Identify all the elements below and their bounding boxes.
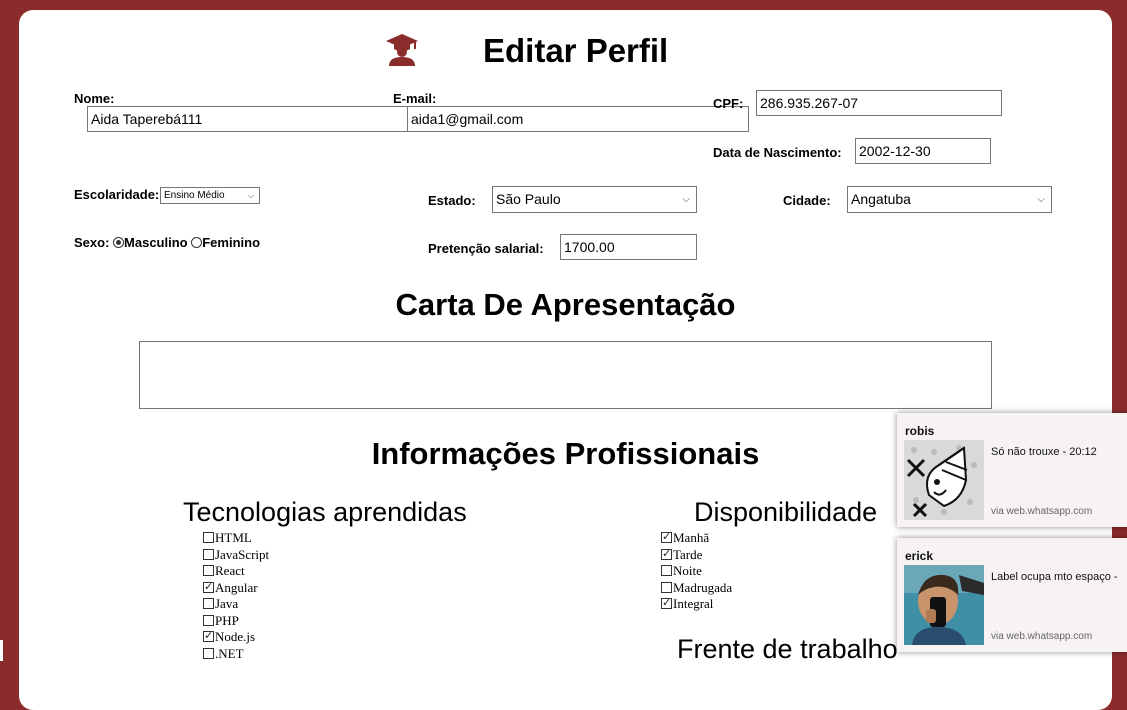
cidade-select[interactable]: Angatuba ⌵ <box>847 186 1052 213</box>
checkbox[interactable] <box>203 579 214 595</box>
cidade-label: Cidade: <box>783 193 831 208</box>
checkbox-label: .NET <box>215 645 244 661</box>
checkbox-item[interactable]: Manhã <box>661 529 732 547</box>
checkbox-label: Angular <box>215 579 258 595</box>
sexo-label: Sexo: <box>74 235 110 250</box>
checkbox[interactable] <box>661 581 672 593</box>
escolaridade-value: Ensino Médio <box>164 190 225 201</box>
notification-message: Só não trouxe - 20:12 <box>991 446 1097 458</box>
page-title: Editar Perfil <box>483 32 669 69</box>
nascimento-input[interactable]: 2002-12-30 <box>855 138 991 164</box>
checkbox-label: Integral <box>673 596 714 611</box>
checkbox-item[interactable]: Madrugada <box>661 580 732 597</box>
notification-toast[interactable]: robis Só não trouxe - 20:12 via web.what… <box>897 413 1127 527</box>
checkbox-item[interactable]: Java <box>203 596 269 613</box>
checkbox-label: PHP <box>215 612 239 628</box>
checkbox-label: Tarde <box>673 546 703 562</box>
notification-source: via web.whatsapp.com <box>991 506 1093 517</box>
checkbox[interactable] <box>661 565 672 576</box>
tecnologias-list: HTML JavaScript React Angular Java PHP N… <box>203 530 269 662</box>
tecnologias-title: Tecnologias aprendidas <box>183 497 467 527</box>
frente-title: Frente de trabalho <box>677 634 898 664</box>
radio-masculino-label: Masculino <box>124 235 188 250</box>
checkbox-item[interactable]: Tarde <box>661 546 732 564</box>
radio-feminino-label: Feminino <box>202 235 261 250</box>
graduation-cap-user-icon <box>386 34 418 66</box>
salario-label: Pretenção salarial: <box>428 241 544 256</box>
checkbox[interactable] <box>661 529 672 545</box>
checkbox[interactable] <box>661 595 672 611</box>
cartoon-sketch-avatar <box>904 440 984 520</box>
checkbox-item[interactable]: .NET <box>203 646 269 663</box>
salario-input[interactable]: 1700.00 <box>560 234 697 260</box>
checkbox-label: Noite <box>673 563 702 578</box>
escolaridade-label: Escolaridade: <box>74 187 160 202</box>
estado-label: Estado: <box>428 193 476 208</box>
checkbox[interactable] <box>203 647 214 659</box>
cpf-input[interactable]: 286.935.267-07 <box>756 90 1002 116</box>
checkbox-label: Node.js <box>215 629 256 644</box>
notification-message: Label ocupa mto espaço - <box>991 571 1118 583</box>
disponibilidade-list: Manhã Tarde Noite Madrugada Integral <box>661 529 732 613</box>
notification-toast[interactable]: erick Label ocupa mto espaço - via web.w… <box>897 538 1127 652</box>
title-row: Editar Perfil <box>19 32 1112 72</box>
carta-title: Carta De Apresentação <box>395 287 736 322</box>
chevron-down-icon: ⌵ <box>247 191 254 200</box>
estado-select[interactable]: São Paulo ⌵ <box>492 186 697 213</box>
checkbox-label: Manhã <box>673 530 710 545</box>
checkbox[interactable] <box>203 548 214 560</box>
nome-label: Nome: <box>74 91 115 106</box>
edge-marker <box>0 640 3 661</box>
notification-sender: erick <box>905 549 934 563</box>
chevron-down-icon: ⌵ <box>682 194 690 205</box>
radio-feminino[interactable] <box>191 237 203 248</box>
checkbox-item[interactable]: React <box>203 563 269 580</box>
checkbox-label: React <box>215 563 245 578</box>
email-label: E-mail: <box>393 91 437 106</box>
checkbox[interactable] <box>203 628 214 644</box>
checkbox-label: JavaScript <box>215 546 270 562</box>
sexo-group: Sexo: Masculino Feminino <box>74 235 260 250</box>
checkbox-label: HTML <box>215 530 252 545</box>
checkbox[interactable] <box>203 532 214 543</box>
checkbox-item[interactable]: JavaScript <box>203 547 269 564</box>
checkbox-item[interactable]: HTML <box>203 530 269 547</box>
checkbox-label: Madrugada <box>673 579 733 595</box>
escolaridade-select[interactable]: Ensino Médio ⌵ <box>160 187 260 204</box>
nome-input[interactable]: Aida Taperebá111 <box>87 106 408 132</box>
cpf-label: CPF: <box>713 96 744 111</box>
radio-masculino[interactable] <box>113 237 125 248</box>
cidade-value: Angatuba <box>851 191 911 207</box>
checkbox-item[interactable]: Node.js <box>203 628 269 646</box>
checkbox[interactable] <box>661 546 672 562</box>
checkbox[interactable] <box>203 565 214 576</box>
checkbox[interactable] <box>203 614 214 626</box>
email-input[interactable]: aida1@gmail.com <box>407 106 749 132</box>
checkbox-item[interactable]: PHP <box>203 613 269 630</box>
checkbox-item[interactable]: Noite <box>661 563 732 580</box>
selfie-photo-avatar <box>904 565 984 645</box>
checkbox-label: Java <box>215 596 239 611</box>
carta-textarea[interactable] <box>139 341 992 409</box>
notification-source: via web.whatsapp.com <box>991 631 1093 642</box>
disponibilidade-title: Disponibilidade <box>694 497 878 527</box>
checkbox-item[interactable]: Angular <box>203 579 269 597</box>
chevron-down-icon: ⌵ <box>1037 194 1045 205</box>
checkbox[interactable] <box>203 598 214 609</box>
notification-sender: robis <box>905 424 935 438</box>
nascimento-label: Data de Nascimento: <box>713 145 842 160</box>
estado-value: São Paulo <box>496 191 561 207</box>
checkbox-item[interactable]: Integral <box>661 595 732 613</box>
